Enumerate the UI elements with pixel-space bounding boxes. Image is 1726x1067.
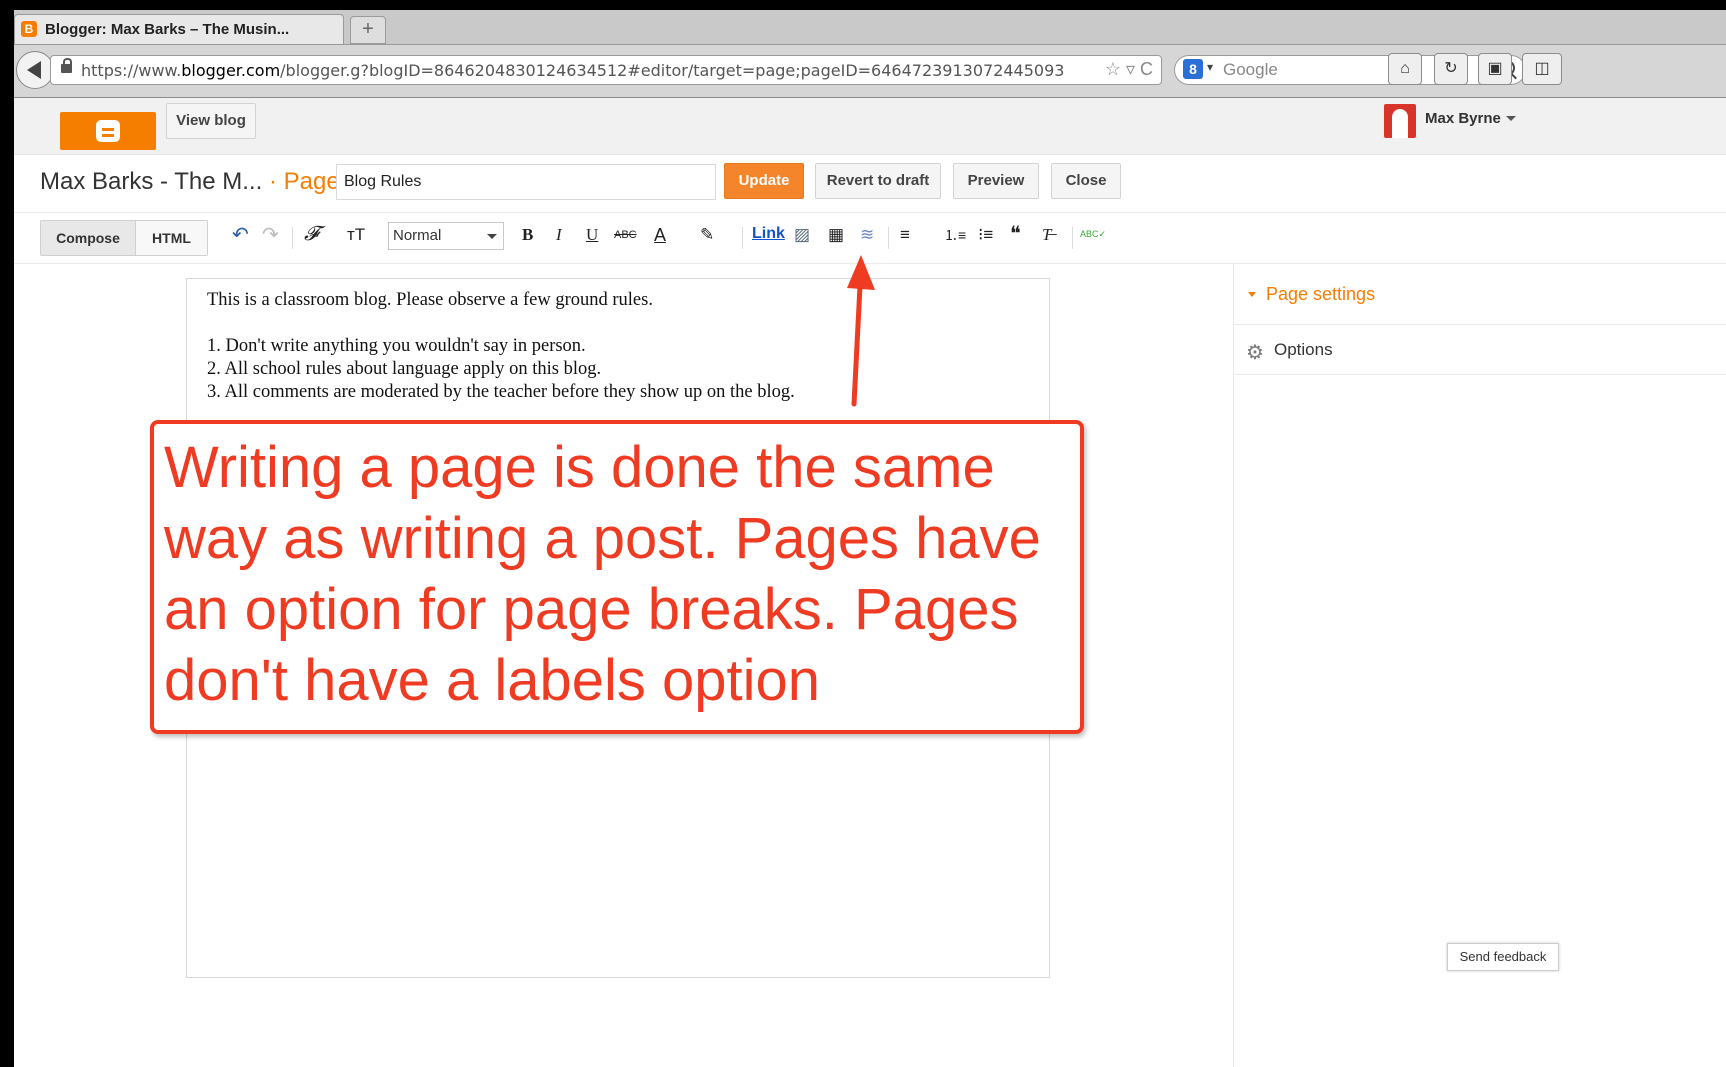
callout-text: Writing a page is done the same way as w… bbox=[164, 435, 1041, 713]
annotation-callout: Writing a page is done the same way as w… bbox=[150, 420, 1084, 734]
browser-window: B Blogger: Max Barks – The Musin... + ht… bbox=[0, 0, 1726, 1067]
arrow-shaft bbox=[851, 283, 863, 407]
arrow-head bbox=[847, 255, 875, 290]
